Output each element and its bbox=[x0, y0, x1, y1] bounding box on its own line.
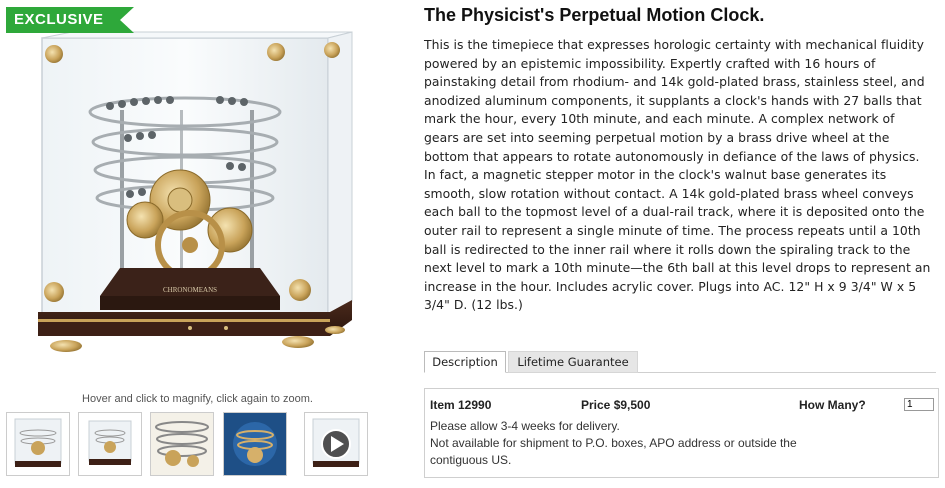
clock-front-thumbnail-image bbox=[14, 418, 62, 467]
tab-lifetime-guarantee[interactable]: Lifetime Guarantee bbox=[508, 351, 638, 373]
clock-mechanism-thumbnail-image bbox=[151, 413, 213, 475]
thumbnail-3[interactable] bbox=[150, 412, 214, 476]
clock-blue-detail-thumbnail-image bbox=[224, 413, 286, 475]
item-number: Item 12990 bbox=[430, 398, 492, 412]
brand-plate-text: CHRONOMEANS bbox=[163, 286, 217, 294]
product-description: This is the timepiece that expresses hor… bbox=[424, 37, 931, 313]
item-price: Price $9,500 bbox=[581, 398, 651, 412]
clock-angle-thumbnail-image bbox=[88, 420, 132, 465]
tab-description[interactable]: Description bbox=[424, 351, 506, 373]
product-tabs: Description Lifetime Guarantee bbox=[424, 351, 936, 373]
thumbnail-1[interactable] bbox=[6, 412, 70, 476]
delivery-note: Please allow 3-4 weeks for delivery. bbox=[430, 419, 620, 433]
clock-illustration: CHRONOMEANS bbox=[38, 31, 353, 352]
product-title: The Physicist's Perpetual Motion Clock. bbox=[424, 5, 765, 25]
exclusive-badge-label: EXCLUSIVE bbox=[14, 11, 104, 28]
quantity-input[interactable] bbox=[904, 398, 934, 411]
shipping-note: Not available for shipment to P.O. boxes… bbox=[430, 436, 797, 450]
shipping-note-cont: contiguous US. bbox=[430, 453, 512, 467]
product-main-image[interactable]: CHRONOMEANS bbox=[30, 30, 370, 375]
order-box: Item 12990 Price $9,500 How Many? Please… bbox=[424, 388, 939, 478]
product-gallery: CHRONOMEANS EXCLUSIVE Hover and click to… bbox=[0, 0, 400, 488]
thumbnail-2[interactable] bbox=[78, 412, 142, 476]
quantity-label: How Many? bbox=[799, 398, 866, 412]
magnify-hint: Hover and click to magnify, click again … bbox=[82, 393, 313, 405]
play-icon[interactable] bbox=[305, 413, 367, 475]
thumbnail-video[interactable] bbox=[304, 412, 368, 476]
thumbnail-4[interactable] bbox=[223, 412, 287, 476]
